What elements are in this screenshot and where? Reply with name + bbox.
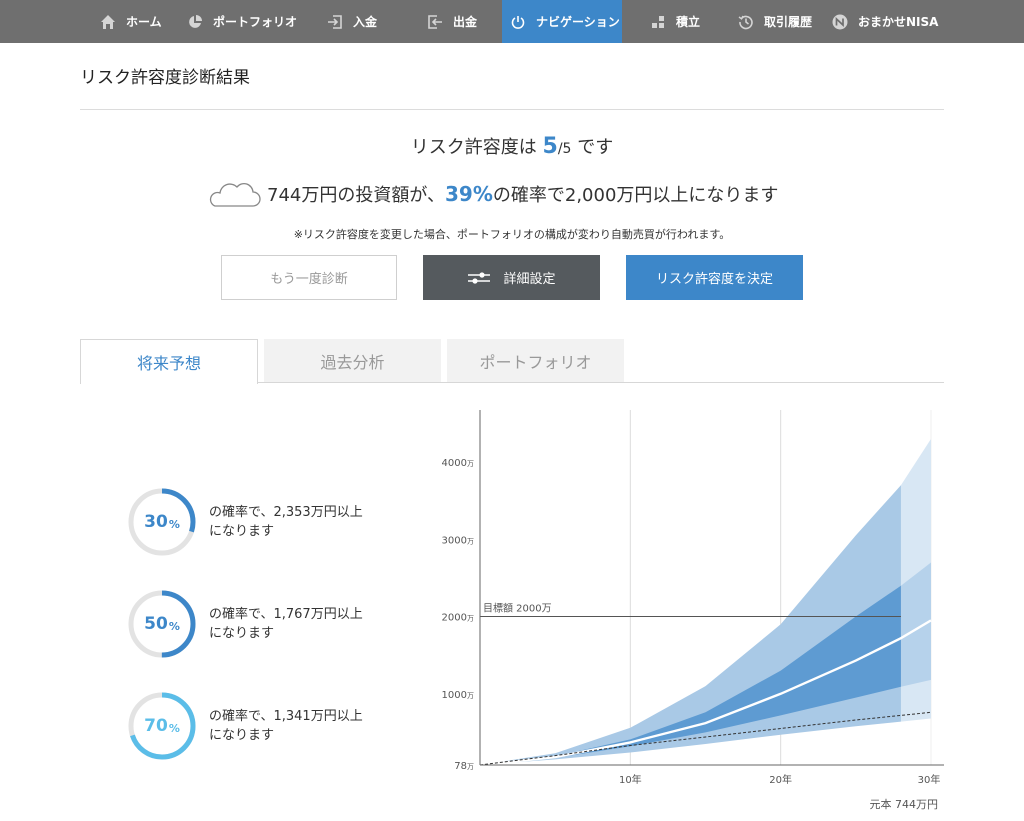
principal-label: 元本 744万円 xyxy=(869,798,939,811)
y-tick-label-4000: 4000万 xyxy=(442,458,474,469)
tab-past-analysis[interactable]: 過去分析 xyxy=(264,339,441,383)
deposit-icon xyxy=(327,14,343,30)
gauge-value: 50 xyxy=(144,614,168,634)
nav-history[interactable]: 取引履歴 xyxy=(738,0,812,43)
nav-deposit-label: 入金 xyxy=(353,15,378,29)
nav-nisa-label: おまかせNISA xyxy=(858,15,939,29)
probability-gauge: 70% xyxy=(128,692,196,760)
probability-gauge: 50% xyxy=(128,590,196,658)
tab-portfolio[interactable]: ポートフォリオ xyxy=(447,339,624,383)
retry-label: もう一度診断 xyxy=(270,272,348,287)
nisa-icon xyxy=(832,14,848,30)
gauge-line2: になります xyxy=(209,524,275,539)
target-label: 目標額 2000万 xyxy=(483,602,552,615)
gauge-value: 70 xyxy=(144,716,168,736)
nav-home-label: ホーム xyxy=(126,15,162,29)
gauge-description: の確率で、1,341万円以上 になります xyxy=(209,707,389,745)
forecast-chart-svg: 目標額 2000万 78万 1000万 2000万 3000万 4000万 10年 20年 30… xyxy=(442,400,944,786)
result-prefix: 744万円の投資額が、 xyxy=(267,185,445,206)
risk-value: 5 xyxy=(542,134,558,159)
blocks-icon xyxy=(650,14,666,30)
nav-history-label: 取引履歴 xyxy=(764,15,813,29)
probability-50-row: 50% の確率で、1,767万円以上 になります xyxy=(128,590,389,658)
withdraw-icon xyxy=(427,14,443,30)
x-tick-label-30: 30年 xyxy=(918,773,941,786)
tab-forecast[interactable]: 将来予想 xyxy=(80,339,258,384)
y-tick-label-1000: 1000万 xyxy=(442,690,474,701)
result-suffix: の確率で2,000万円以上になります xyxy=(492,185,779,206)
probability-gauge: 30% xyxy=(128,488,196,556)
top-nav: ホーム ポートフォリオ 入金 出金 ナビゲーション 積立 取引履歴 おまかせNI… xyxy=(0,0,1024,43)
risk-prefix: リスク許容度は xyxy=(410,137,543,158)
gauge-line1: の確率で、2,353万円以上 xyxy=(209,505,363,520)
cloud-icon xyxy=(205,179,261,209)
gauge-unit: % xyxy=(168,721,180,735)
nav-navigation[interactable]: ナビゲーション xyxy=(502,0,622,43)
home-icon xyxy=(100,14,116,30)
gauge-unit: % xyxy=(168,517,180,531)
pie-chart-icon xyxy=(187,14,203,30)
gauge-value: 30 xyxy=(144,512,168,532)
projection-fade xyxy=(900,400,944,765)
tab-portfolio-label: ポートフォリオ xyxy=(479,353,592,372)
gauge-line2: になります xyxy=(209,728,275,743)
y-tick-label-3000: 3000万 xyxy=(442,535,474,546)
retry-diagnosis-button[interactable]: もう一度診断 xyxy=(221,255,397,300)
detail-label: 詳細設定 xyxy=(503,272,556,287)
nav-portfolio[interactable]: ポートフォリオ xyxy=(187,0,297,43)
nav-deposit[interactable]: 入金 xyxy=(327,0,377,43)
risk-suffix: です xyxy=(571,137,614,158)
x-tick-label-10: 10年 xyxy=(619,773,642,786)
y-tick-label-2000: 2000万 xyxy=(442,613,474,624)
y-tick-label-78: 78万 xyxy=(454,761,474,772)
gauge-line1: の確率で、1,767万円以上 xyxy=(209,607,363,622)
nav-portfolio-label: ポートフォリオ xyxy=(213,15,298,29)
page-title: リスク許容度診断結果 xyxy=(80,68,250,88)
decide-label: リスク許容度を決定 xyxy=(655,272,773,287)
nav-withdraw-label: 出金 xyxy=(453,15,478,29)
sliders-icon xyxy=(467,270,491,286)
result-line: 744万円の投資額が、 39% の確率で2,000万円以上になります xyxy=(205,178,778,210)
gauge-line2: になります xyxy=(209,626,275,641)
gauge-unit: % xyxy=(168,619,180,633)
x-tick-label-20: 20年 xyxy=(769,773,792,786)
probability-70-row: 70% の確率で、1,341万円以上 になります xyxy=(128,692,389,760)
nav-navigation-label: ナビゲーション xyxy=(536,15,620,29)
rebalance-note: ※リスク許容度を変更した場合、ポートフォリオの構成が変わり自動売買が行われます。 xyxy=(293,228,731,241)
gauge-line1: の確率で、1,341万円以上 xyxy=(209,709,363,724)
decide-risk-button[interactable]: リスク許容度を決定 xyxy=(626,255,803,300)
tab-forecast-label: 将来予想 xyxy=(136,354,201,373)
nav-nisa[interactable]: おまかせNISA xyxy=(832,0,938,43)
gauge-description: の確率で、2,353万円以上 になります xyxy=(209,503,389,541)
detail-settings-button[interactable]: 詳細設定 xyxy=(423,255,600,300)
gauge-description: の確率で、1,767万円以上 になります xyxy=(209,605,389,643)
nav-withdraw[interactable]: 出金 xyxy=(427,0,477,43)
nav-home[interactable]: ホーム xyxy=(100,0,162,43)
probability-30-row: 30% の確率で、2,353万円以上 になります xyxy=(128,488,389,556)
nav-tsumitate-label: 積立 xyxy=(676,15,701,29)
history-icon xyxy=(738,14,754,30)
tab-past-label: 過去分析 xyxy=(320,353,385,372)
risk-tolerance-line: リスク許容度は 5/5 です xyxy=(0,133,1024,159)
title-divider xyxy=(80,109,944,110)
forecast-chart: 目標額 2000万 78万 1000万 2000万 3000万 4000万 10年 20年 30… xyxy=(420,400,944,815)
power-icon xyxy=(510,14,526,30)
nav-tsumitate[interactable]: 積立 xyxy=(650,0,700,43)
result-probability: 39% xyxy=(445,182,493,206)
